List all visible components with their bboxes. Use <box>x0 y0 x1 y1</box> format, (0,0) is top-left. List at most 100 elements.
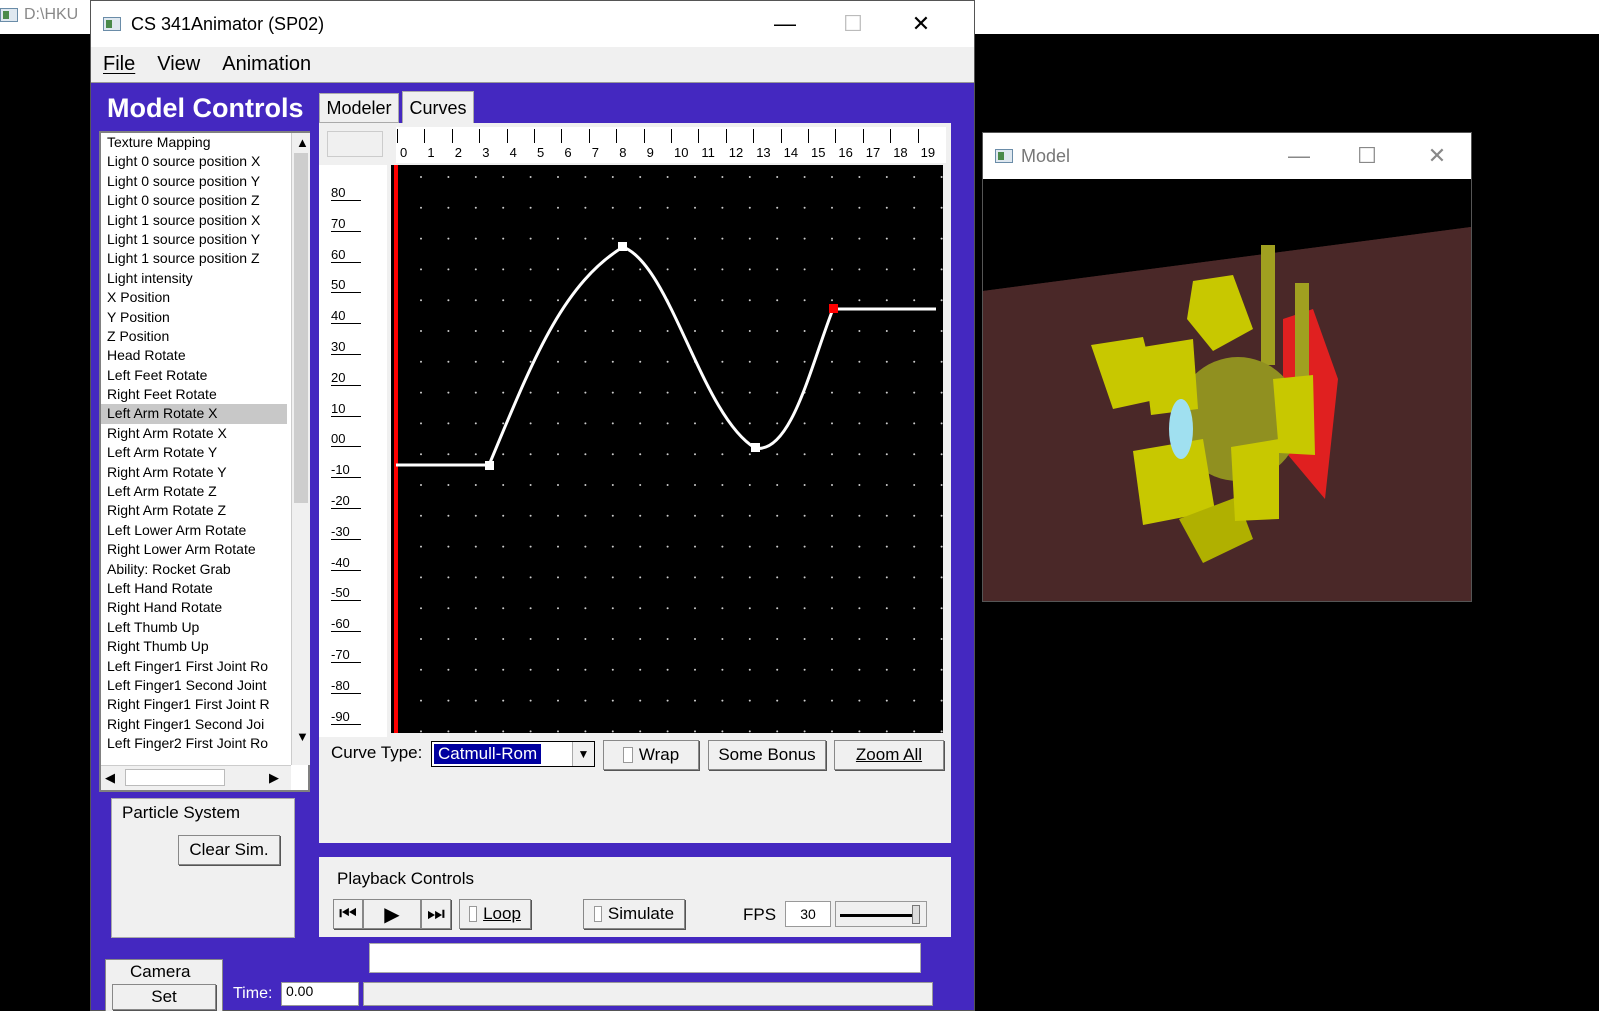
grid-dot <box>557 730 559 733</box>
some-bonus-button[interactable]: Some Bonus <box>708 740 826 770</box>
fps-slider[interactable] <box>835 901 927 927</box>
list-item[interactable]: Ability: Rocket Grab <box>101 560 287 579</box>
list-item[interactable]: Left Lower Arm Rotate <box>101 521 287 540</box>
control-point-selected[interactable] <box>829 304 838 313</box>
menu-view[interactable]: View <box>157 53 200 76</box>
time-slider-bar[interactable] <box>369 943 921 973</box>
list-item[interactable]: Right Feet Rotate <box>101 385 287 404</box>
list-item[interactable]: Light 1 source position X <box>101 211 287 230</box>
list-item[interactable]: Left Arm Rotate X <box>101 404 287 424</box>
simulate-checkbox[interactable]: Simulate <box>583 899 685 929</box>
list-item[interactable]: Left Finger1 Second Joint <box>101 676 287 695</box>
grid-dot <box>940 699 943 702</box>
list-item[interactable]: Right Arm Rotate X <box>101 424 287 443</box>
list-item[interactable]: Left Finger1 First Joint Ro <box>101 657 287 676</box>
value-axis: 80 70 60 50 40 30 20 10 00 -10 -20 -30 -40 -50 -60 -70 -… <box>319 165 387 737</box>
list-item[interactable]: Left Thumb Up <box>101 618 287 637</box>
scroll-left-icon[interactable]: ◀ <box>105 770 115 786</box>
minimize-button[interactable]: — <box>1265 133 1333 179</box>
zoom-all-button[interactable]: Zoom All <box>834 740 944 770</box>
list-item[interactable]: Left Arm Rotate Z <box>101 482 287 501</box>
tab-curves[interactable]: Curves <box>402 91 474 125</box>
list-item[interactable]: Light intensity <box>101 269 287 288</box>
x-tick-label: 4 <box>509 145 517 160</box>
grid-dot <box>803 330 806 332</box>
close-button[interactable]: ✕ <box>1403 133 1471 179</box>
list-item[interactable]: X Position <box>101 288 287 307</box>
list-item[interactable]: Right Finger1 Second Joi <box>101 715 287 734</box>
maximize-button[interactable]: ☐ <box>819 1 887 47</box>
vertical-scrollbar[interactable]: ▲ ▼ <box>291 133 310 765</box>
minimize-button[interactable]: — <box>751 1 819 47</box>
grid-dot <box>776 668 779 671</box>
scroll-down-icon[interactable]: ▼ <box>296 729 309 744</box>
list-item[interactable]: Head Rotate <box>101 346 287 365</box>
slider-handle[interactable] <box>912 905 920 924</box>
maximize-button[interactable]: ☐ <box>1333 133 1401 179</box>
list-item[interactable]: Left Hand Rotate <box>101 579 287 598</box>
list-item[interactable]: Left Feet Rotate <box>101 366 287 385</box>
wrap-checkbox[interactable]: Wrap <box>603 740 699 770</box>
list-item[interactable]: Light 0 source position Y <box>101 172 287 191</box>
list-item[interactable]: Left Finger2 First Joint Ro <box>101 734 287 753</box>
window-titlebar[interactable]: CS 341Animator (SP02) — ☐ ✕ <box>91 1 974 47</box>
grid-dot <box>584 484 587 486</box>
scrollbar-thumb[interactable] <box>294 153 308 503</box>
grid-dot <box>748 299 751 302</box>
list-item[interactable]: Right Lower Arm Rotate <box>101 540 287 559</box>
control-point[interactable] <box>751 443 760 452</box>
step-end-icon[interactable]: ⏭ <box>421 899 451 929</box>
checkbox-icon[interactable] <box>593 906 602 922</box>
grid-dot <box>611 668 614 671</box>
scroll-right-icon[interactable]: ▶ <box>269 770 279 786</box>
checkbox-icon[interactable] <box>469 906 478 922</box>
grid-dot <box>721 299 724 302</box>
model-viewport[interactable] <box>983 179 1471 601</box>
fps-input[interactable]: 30 <box>785 901 831 927</box>
list-item[interactable]: Y Position <box>101 308 287 327</box>
list-item[interactable]: Left Arm Rotate Y <box>101 443 287 462</box>
list-item[interactable]: Right Arm Rotate Y <box>101 463 287 482</box>
list-item[interactable]: Right Thumb Up <box>101 637 287 656</box>
curve-type-select[interactable]: Catmull-Rom ▼ <box>431 741 595 767</box>
list-item[interactable]: Right Hand Rotate <box>101 598 287 617</box>
background-window-title[interactable]: D:\HKU <box>0 6 78 24</box>
play-icon[interactable]: ▶ <box>363 899 421 929</box>
checkbox-icon[interactable] <box>622 747 633 763</box>
list-item[interactable]: Z Position <box>101 327 287 346</box>
grid-dot <box>420 576 422 579</box>
playback-controls: Playback Controls ⏮ ▶ ⏭ Loop Simulate FP… <box>319 857 951 937</box>
tab-modeler[interactable]: Modeler <box>319 93 399 123</box>
playback-title: Playback Controls <box>337 869 475 888</box>
list-item[interactable]: Light 0 source position Z <box>101 191 287 210</box>
chevron-down-icon[interactable]: ▼ <box>572 742 594 766</box>
loop-checkbox[interactable]: Loop <box>459 899 531 929</box>
list-item[interactable]: Right Finger1 First Joint R <box>101 695 287 714</box>
camera-set-button[interactable]: Set <box>112 984 216 1010</box>
model-controls-list[interactable]: Texture Mapping Light 0 source position X… <box>99 131 310 792</box>
list-item[interactable]: Light 0 source position X <box>101 152 287 171</box>
menu-file[interactable]: File <box>103 53 135 76</box>
animation-curve[interactable] <box>396 245 936 467</box>
list-item[interactable]: Light 1 source position Y <box>101 230 287 249</box>
clear-sim-button[interactable]: Clear Sim. <box>178 835 280 865</box>
list-item[interactable]: Light 1 source position Z <box>101 249 287 268</box>
time-ruler[interactable]: 0 1 2 3 4 5 6 7 8 9 10 11 12 13 14 15 16 17 18 19 <box>396 127 946 163</box>
model-window-titlebar[interactable]: Model — ☐ ✕ <box>983 133 1471 179</box>
horizontal-scrollbar[interactable]: ◀ ▶ <box>101 765 291 790</box>
menu-animation[interactable]: Animation <box>222 53 311 76</box>
time-slider[interactable] <box>363 982 933 1006</box>
list-item[interactable]: Right Arm Rotate Z <box>101 501 287 520</box>
hscroll-thumb[interactable] <box>125 769 225 786</box>
scroll-up-icon[interactable]: ▲ <box>296 135 309 150</box>
grid-dot <box>748 545 751 548</box>
grid-dot <box>447 607 450 610</box>
close-button[interactable]: ✕ <box>887 1 955 47</box>
time-input[interactable]: 0.00 <box>281 982 359 1006</box>
list-item[interactable]: Texture Mapping <box>101 133 287 152</box>
control-point[interactable] <box>485 461 494 470</box>
control-point[interactable] <box>618 242 627 251</box>
curve-svg[interactable] <box>391 165 943 733</box>
curve-graph[interactable] <box>391 165 943 733</box>
rewind-icon[interactable]: ⏮ <box>333 899 363 929</box>
